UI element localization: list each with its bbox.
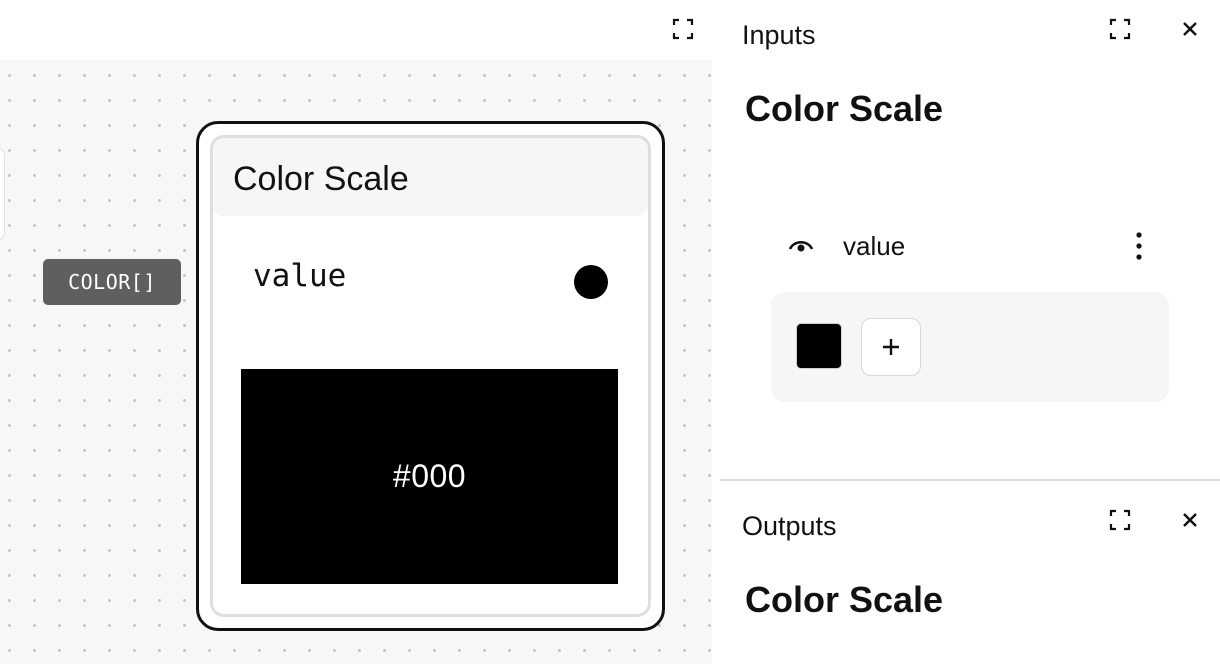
add-color-button[interactable] [861,318,921,376]
inputs-panel-heading: Color Scale [745,88,944,129]
color-scale-node[interactable]: Color Scale value #000 [196,121,665,631]
expand-icon[interactable] [668,14,698,44]
more-vertical-icon[interactable] [1124,226,1154,266]
node-header[interactable]: Color Scale [213,138,648,216]
color-preview: #000 [241,369,618,584]
plus-icon [883,339,899,355]
color-swatch[interactable] [796,323,842,369]
expand-icon[interactable] [1105,14,1135,44]
close-icon[interactable] [1175,505,1205,535]
node-field-label: value [253,258,347,294]
eye-icon[interactable] [786,230,816,260]
collapsed-side-panel[interactable] [0,148,4,240]
param-row-value: value [786,225,1156,265]
port-type-tag: COLOR[] [43,259,181,305]
outputs-panel: Outputs Color Scale [720,479,1220,666]
color-list [771,292,1169,402]
node-title: Color Scale [233,160,409,198]
color-preview-hex: #000 [392,458,467,494]
node-canvas[interactable]: COLOR[] Color Scale value #000 [0,60,712,664]
canvas-toolbar [0,0,712,60]
expand-icon[interactable] [1105,505,1135,535]
outputs-panel-heading: Color Scale [745,579,944,620]
node-body: Color Scale value #000 [210,135,651,617]
outputs-panel-label: Outputs [742,511,837,541]
output-port[interactable] [574,265,608,299]
close-icon[interactable] [1175,14,1205,44]
param-name: value [843,231,906,261]
inputs-panel-label: Inputs [742,20,816,50]
inputs-panel: Inputs Color Scale value [720,0,1220,478]
